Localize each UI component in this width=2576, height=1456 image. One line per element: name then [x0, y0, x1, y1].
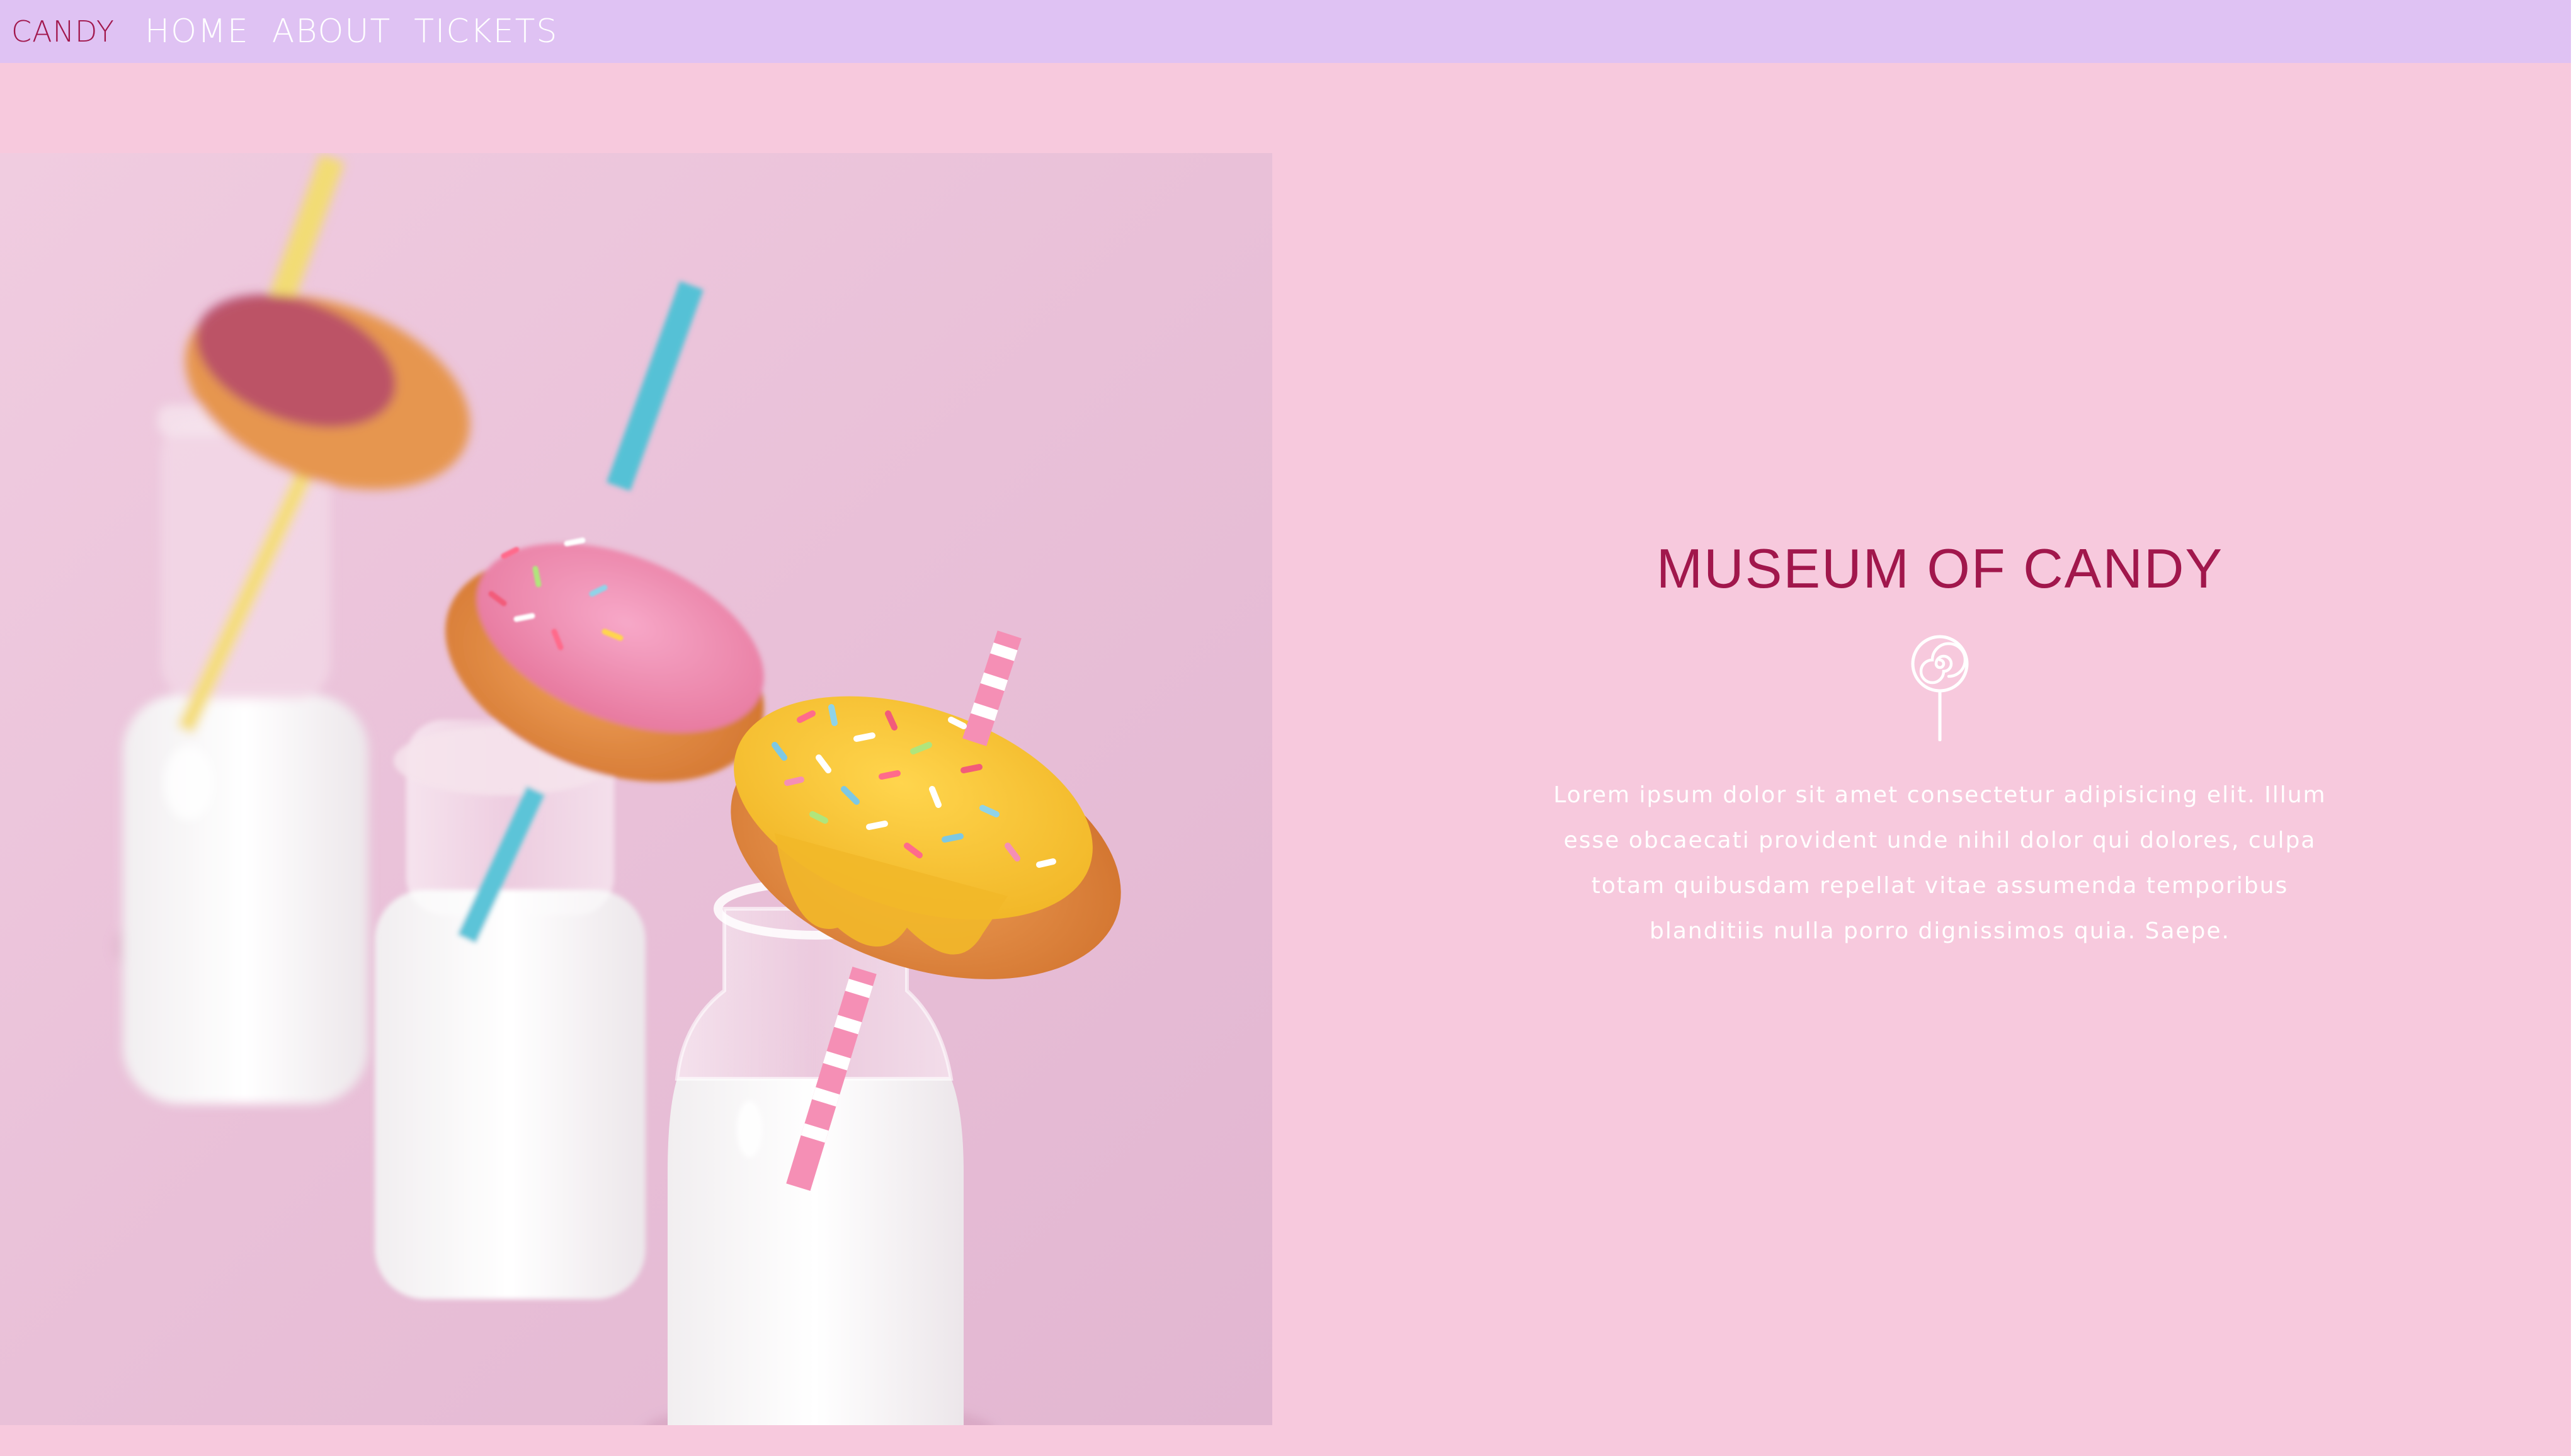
brand-logo-link[interactable]: CANDY [11, 14, 115, 48]
nav-links: HOME ABOUT TICKETS [145, 13, 581, 50]
page-title: MUSEUM OF CANDY [1656, 537, 2224, 600]
hero-photo-donuts-milk-bottles [0, 153, 1272, 1425]
hero-content: MUSEUM OF CANDY Lorem ipsum dolor sit am… [1524, 538, 2356, 954]
page: CANDY HOME ABOUT TICKETS MUSEUM OF CANDY… [0, 0, 2576, 1456]
nav-link-about[interactable]: ABOUT [272, 13, 391, 50]
page-edge-divider [2571, 0, 2576, 1456]
hero-description: Lorem ipsum dolor sit amet consectetur a… [1553, 782, 2327, 944]
lollipop-icon [1911, 635, 1969, 741]
top-navbar: CANDY HOME ABOUT TICKETS [0, 0, 2576, 63]
nav-link-tickets[interactable]: TICKETS [414, 13, 558, 50]
nav-link-home[interactable]: HOME [145, 13, 249, 50]
